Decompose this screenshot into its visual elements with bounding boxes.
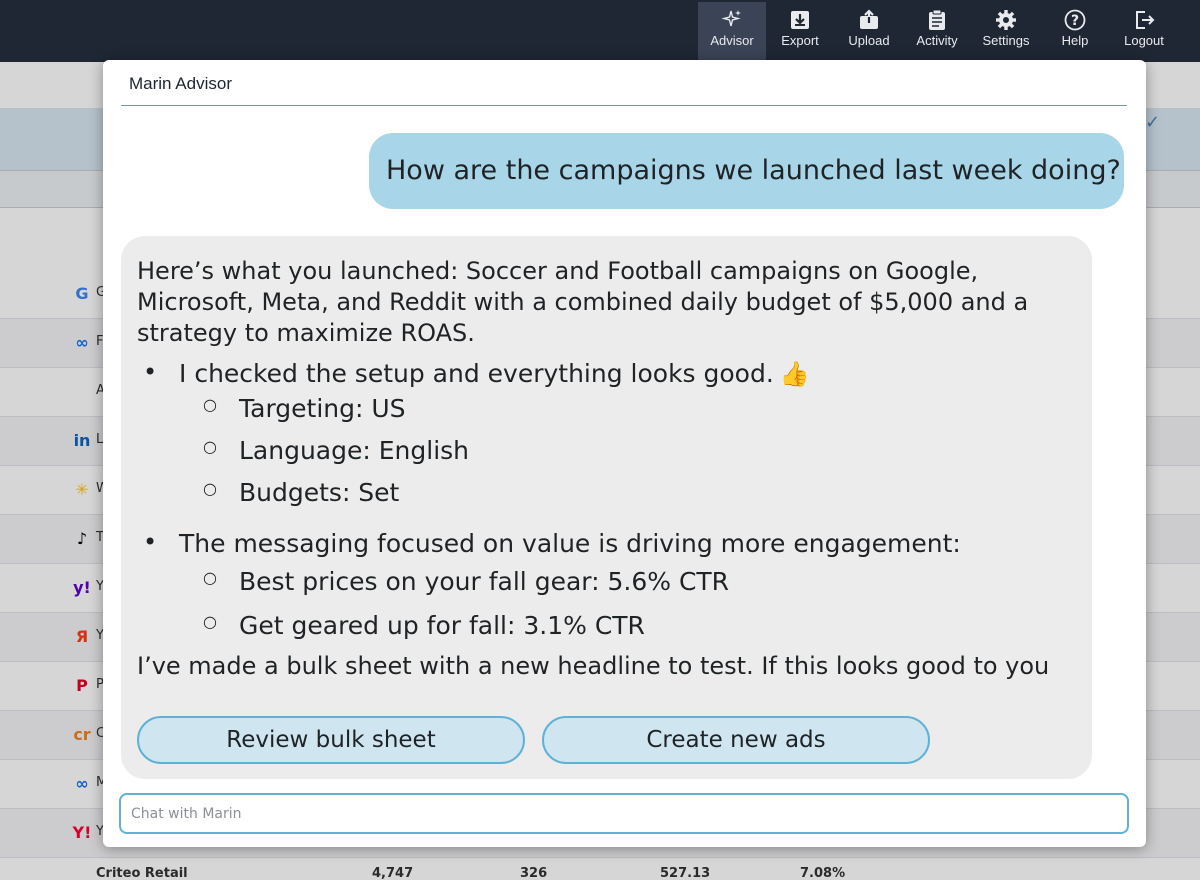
help-icon: ? <box>1041 2 1109 34</box>
download-icon <box>766 2 834 34</box>
assistant-bullet: The messaging focused on value is drivin… <box>143 528 961 558</box>
assistant-sub-bullet: Get geared up for fall: 3.1% CTR <box>203 611 645 640</box>
nav-export[interactable]: Export <box>766 2 834 60</box>
review-bulk-sheet-button[interactable]: Review bulk sheet <box>137 716 525 764</box>
nav-label: Export <box>781 33 819 48</box>
user-message-bubble: How are the campaigns we launched last w… <box>369 133 1124 209</box>
advisor-chat-dialog: Marin Advisor How are the campaigns we l… <box>103 60 1146 847</box>
assistant-bullet: I checked the setup and everything looks… <box>143 358 810 388</box>
dialog-title: Marin Advisor <box>129 74 232 93</box>
nav-upload[interactable]: Upload <box>835 2 903 60</box>
nav-logout[interactable]: Logout <box>1110 2 1178 60</box>
assistant-sub-bullet: Budgets: Set <box>203 478 399 507</box>
assistant-message-bubble: Here’s what you launched: Soccer and Foo… <box>121 236 1092 779</box>
nav-settings[interactable]: Settings <box>972 2 1040 60</box>
assistant-sub-bullet: Best prices on your fall gear: 5.6% CTR <box>203 567 729 596</box>
thumbs-up-icon: 👍 <box>779 360 810 388</box>
nav-label: Upload <box>848 33 890 48</box>
top-navigation-bar: Advisor Export Upload Activity Settings … <box>0 0 1200 62</box>
chat-input[interactable] <box>119 793 1129 834</box>
sparkle-icon <box>698 2 766 34</box>
assistant-closing-text: I’ve made a bulk sheet with a new headli… <box>137 652 1050 680</box>
title-divider <box>121 105 1127 106</box>
nav-activity[interactable]: Activity <box>903 2 971 60</box>
nav-label: Advisor <box>710 33 754 48</box>
assistant-sub-bullet: Language: English <box>203 436 469 465</box>
nav-advisor[interactable]: Advisor <box>698 2 766 60</box>
nav-label: Logout <box>1124 33 1164 48</box>
svg-text:?: ? <box>1071 13 1079 29</box>
assistant-intro-text: Here’s what you launched: Soccer and Foo… <box>137 257 1029 347</box>
logout-icon <box>1110 2 1178 34</box>
nav-help[interactable]: ? Help <box>1041 2 1109 60</box>
clipboard-icon <box>903 2 971 34</box>
create-new-ads-button[interactable]: Create new ads <box>542 716 930 764</box>
upload-icon <box>835 2 903 34</box>
assistant-sub-bullet: Targeting: US <box>203 394 405 423</box>
nav-label: Activity <box>916 33 958 48</box>
bullet-text: I checked the setup and everything looks… <box>179 359 774 388</box>
nav-label: Settings <box>982 33 1030 48</box>
nav-label: Help <box>1061 33 1089 48</box>
gear-icon <box>972 2 1040 34</box>
